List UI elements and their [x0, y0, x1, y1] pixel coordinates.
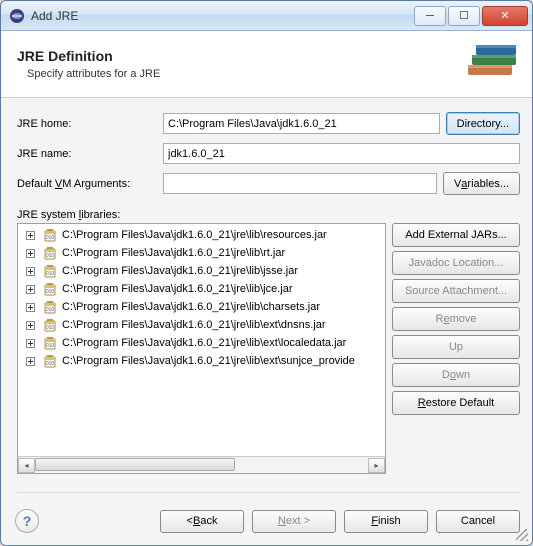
- scroll-left-arrow[interactable]: ◂: [18, 458, 35, 473]
- list-item[interactable]: 010 C:\Program Files\Java\jdk1.6.0_21\jre…: [18, 316, 385, 334]
- list-item[interactable]: 010 C:\Program Files\Java\jdk1.6.0_21\jre…: [18, 244, 385, 262]
- cancel-button[interactable]: Cancel: [436, 510, 520, 533]
- expand-icon[interactable]: [22, 263, 38, 279]
- list-item[interactable]: 010 C:\Program Files\Java\jdk1.6.0_21\jre…: [18, 280, 385, 298]
- window-controls: ─ ☐ ✕: [412, 6, 528, 26]
- list-item[interactable]: 010 C:\Program Files\Java\jdk1.6.0_21\jre…: [18, 226, 385, 244]
- titlebar[interactable]: Add JRE ─ ☐ ✕: [1, 1, 532, 31]
- directory-button[interactable]: Directory...: [446, 112, 520, 135]
- finish-button[interactable]: Finish: [344, 510, 428, 533]
- remove-button[interactable]: Remove: [392, 307, 520, 331]
- expand-icon[interactable]: [22, 245, 38, 261]
- svg-text:010: 010: [46, 271, 55, 277]
- library-path: C:\Program Files\Java\jdk1.6.0_21\jre\li…: [62, 265, 298, 277]
- jar-icon: 010: [42, 245, 58, 261]
- source-attachment-button[interactable]: Source Attachment...: [392, 279, 520, 303]
- jar-icon: 010: [42, 317, 58, 333]
- library-path: C:\Program Files\Java\jdk1.6.0_21\jre\li…: [62, 283, 292, 295]
- library-path: C:\Program Files\Java\jdk1.6.0_21\jre\li…: [62, 355, 355, 367]
- expand-icon[interactable]: [22, 227, 38, 243]
- maximize-button[interactable]: ☐: [448, 6, 480, 26]
- svg-text:010: 010: [46, 253, 55, 259]
- jar-icon: 010: [42, 263, 58, 279]
- close-button[interactable]: ✕: [482, 6, 528, 26]
- library-path: C:\Program Files\Java\jdk1.6.0_21\jre\li…: [62, 319, 326, 331]
- wizard-footer: ? < Back Next > Finish Cancel: [1, 503, 532, 545]
- scroll-track[interactable]: [35, 458, 368, 473]
- libraries-list[interactable]: 010 C:\Program Files\Java\jdk1.6.0_21\jre…: [17, 223, 386, 474]
- jre-name-label: JRE name:: [17, 148, 157, 160]
- expand-icon[interactable]: [22, 335, 38, 351]
- back-button[interactable]: < Back: [160, 510, 244, 533]
- svg-text:010: 010: [46, 343, 55, 349]
- expand-icon[interactable]: [22, 281, 38, 297]
- jre-name-field[interactable]: [163, 143, 520, 164]
- jar-icon: 010: [42, 299, 58, 315]
- jar-icon: 010: [42, 227, 58, 243]
- jar-icon: 010: [42, 353, 58, 369]
- page-subtitle: Specify attributes for a JRE: [17, 68, 464, 80]
- svg-text:010: 010: [46, 361, 55, 367]
- next-button[interactable]: Next >: [252, 510, 336, 533]
- form-area: JRE home: Directory... JRE name: Default…: [1, 98, 532, 503]
- minimize-button[interactable]: ─: [414, 6, 446, 26]
- expand-icon[interactable]: [22, 317, 38, 333]
- library-path: C:\Program Files\Java\jdk1.6.0_21\jre\li…: [62, 229, 327, 241]
- jre-home-label: JRE home:: [17, 118, 157, 130]
- eclipse-icon: [9, 8, 25, 24]
- dialog-window: Add JRE ─ ☐ ✕ JRE Definition Specify att…: [0, 0, 533, 546]
- resize-grip[interactable]: [516, 529, 528, 541]
- jar-icon: 010: [42, 335, 58, 351]
- horizontal-scrollbar[interactable]: ◂ ▸: [18, 456, 385, 473]
- default-vm-args-label: Default VM Arguments:: [17, 178, 157, 190]
- svg-text:010: 010: [46, 289, 55, 295]
- scroll-thumb[interactable]: [35, 458, 235, 471]
- separator: [17, 492, 520, 493]
- scroll-right-arrow[interactable]: ▸: [368, 458, 385, 473]
- list-item[interactable]: 010 C:\Program Files\Java\jdk1.6.0_21\jre…: [18, 334, 385, 352]
- libraries-label: JRE system libraries:: [17, 209, 520, 221]
- javadoc-location-button[interactable]: Javadoc Location...: [392, 251, 520, 275]
- expand-icon[interactable]: [22, 353, 38, 369]
- window-title: Add JRE: [31, 9, 412, 23]
- default-vm-args-field[interactable]: [163, 173, 437, 194]
- list-item[interactable]: 010 C:\Program Files\Java\jdk1.6.0_21\jre…: [18, 298, 385, 316]
- svg-text:010: 010: [46, 235, 55, 241]
- library-path: C:\Program Files\Java\jdk1.6.0_21\jre\li…: [62, 301, 320, 313]
- svg-text:010: 010: [46, 325, 55, 331]
- variables-button[interactable]: Variables...: [443, 172, 520, 195]
- jar-icon: 010: [42, 281, 58, 297]
- help-button[interactable]: ?: [15, 509, 39, 533]
- add-external-jars-button[interactable]: Add External JARs...: [392, 223, 520, 247]
- list-item[interactable]: 010 C:\Program Files\Java\jdk1.6.0_21\jre…: [18, 262, 385, 280]
- list-item[interactable]: 010 C:\Program Files\Java\jdk1.6.0_21\jre…: [18, 352, 385, 370]
- down-button[interactable]: Down: [392, 363, 520, 387]
- library-path: C:\Program Files\Java\jdk1.6.0_21\jre\li…: [62, 337, 346, 349]
- svg-text:010: 010: [46, 307, 55, 313]
- expand-icon[interactable]: [22, 299, 38, 315]
- library-books-icon: [464, 41, 520, 87]
- page-title: JRE Definition: [17, 48, 464, 64]
- wizard-header: JRE Definition Specify attributes for a …: [1, 31, 532, 98]
- jre-home-field[interactable]: [163, 113, 440, 134]
- up-button[interactable]: Up: [392, 335, 520, 359]
- library-path: C:\Program Files\Java\jdk1.6.0_21\jre\li…: [62, 247, 285, 259]
- restore-default-button[interactable]: Restore Default: [392, 391, 520, 415]
